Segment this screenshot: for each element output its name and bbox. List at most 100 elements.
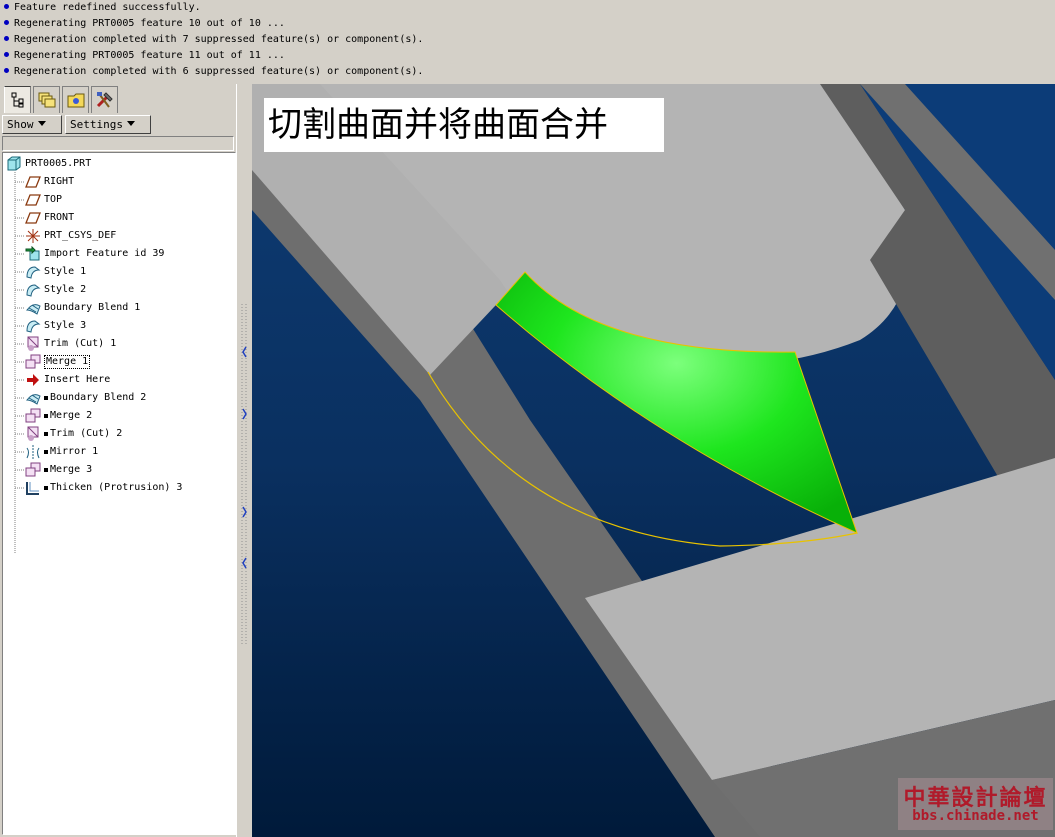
suppressed-marker-icon [44, 414, 48, 418]
message-text: Regenerating PRT0005 feature 11 out of 1… [14, 50, 285, 61]
message-line: Feature redefined successfully. [0, 0, 1055, 16]
tree-item-merge-3[interactable]: Merge 3 [25, 461, 92, 479]
tree-filter-bar[interactable] [2, 136, 234, 151]
tree-item-trim-cut-1[interactable]: Trim (Cut) 1 [25, 335, 116, 353]
settings-dropdown[interactable]: Settings [65, 115, 151, 134]
part-icon [7, 156, 21, 171]
message-line: Regeneration completed with 7 suppressed… [0, 32, 1055, 48]
tree-item-front[interactable]: FRONT [25, 209, 74, 227]
suppressed-marker-icon [44, 450, 48, 454]
bullet-icon [4, 68, 9, 73]
trim-icon [27, 336, 39, 351]
tree-item-label: Boundary Blend 2 [50, 392, 147, 403]
model-tree-icon [11, 92, 23, 108]
tree-root-label: PRT0005.PRT [25, 158, 92, 169]
tree-item-label: Trim (Cut) 1 [44, 338, 117, 349]
suppressed-marker-icon [44, 468, 48, 472]
message-text: Regenerating PRT0005 feature 10 out of 1… [14, 18, 285, 29]
watermark-logo: 中華設計論壇 bbs.chinade.net [898, 778, 1053, 830]
annotation-caption: 切割曲面并将曲面合并 [264, 98, 664, 152]
settings-label: Settings [70, 118, 123, 131]
tools-icon [96, 92, 113, 108]
chevron-down-icon [37, 121, 46, 126]
tree-item-thicken-protrusion-3[interactable]: Thicken (Protrusion) 3 [25, 479, 182, 497]
graphics-viewport[interactable] [252, 84, 1055, 837]
datum-plane-icon [25, 194, 41, 206]
tree-item-label: RIGHT [44, 176, 75, 187]
tree-item-label: Style 3 [44, 320, 87, 331]
bullet-icon [4, 36, 9, 41]
model-tree: PRT0005.PRT RIGHT TOP FRONT PRT_CSYS_DEF… [2, 152, 236, 835]
message-text: Regeneration completed with 7 suppressed… [14, 34, 424, 45]
tree-item-style-2[interactable]: Style 2 [25, 281, 86, 299]
import-feature-icon [25, 246, 40, 261]
mirror-icon [26, 445, 40, 459]
merge-icon [25, 408, 41, 423]
boundary-blend-icon [25, 304, 41, 315]
message-line: Regeneration completed with 6 suppressed… [0, 64, 1055, 80]
tree-item-label: Style 2 [44, 284, 87, 295]
style-icon [26, 284, 41, 297]
show-label: Show [7, 118, 34, 131]
bullet-icon [4, 20, 9, 25]
tree-root[interactable]: PRT0005.PRT [6, 155, 91, 173]
tree-item-label: Trim (Cut) 2 [50, 428, 123, 439]
message-line: Regenerating PRT0005 feature 10 out of 1… [0, 16, 1055, 32]
folder-browser-icon [67, 93, 84, 108]
datum-plane-icon [25, 212, 41, 224]
navigator-panel: Show Settings PRT0005.PRT RIGHT TOP FRON… [0, 84, 246, 837]
tree-item-label: Merge 3 [50, 464, 93, 475]
tab-tools[interactable] [91, 86, 118, 113]
style-icon [26, 266, 41, 279]
tree-item-label: Boundary Blend 1 [44, 302, 141, 313]
style-icon [26, 320, 41, 333]
tree-item-top[interactable]: TOP [25, 191, 62, 209]
tree-item-label: Mirror 1 [50, 446, 99, 457]
tree-item-csys[interactable]: PRT_CSYS_DEF [25, 227, 116, 245]
message-text: Feature redefined successfully. [14, 2, 201, 13]
tree-item-boundary-blend-2[interactable]: Boundary Blend 2 [25, 389, 146, 407]
tree-item-label: Style 1 [44, 266, 87, 277]
tree-item-import-feature[interactable]: Import Feature id 39 [25, 245, 164, 263]
panel-splitter[interactable] [236, 84, 252, 837]
3d-model-view [252, 84, 1055, 837]
tree-item-boundary-blend-1[interactable]: Boundary Blend 1 [25, 299, 140, 317]
tree-item-merge-1[interactable]: Merge 1 [25, 353, 91, 371]
tree-item-label: Thicken (Protrusion) 3 [50, 482, 183, 493]
thicken-icon [26, 482, 39, 495]
suppressed-marker-icon [44, 432, 48, 436]
tree-item-trim-cut-2[interactable]: Trim (Cut) 2 [25, 425, 122, 443]
tree-item-right[interactable]: RIGHT [25, 173, 74, 191]
tree-item-label: PRT_CSYS_DEF [44, 230, 117, 241]
tree-toolbar: Show Settings [2, 115, 242, 135]
tree-item-mirror-1[interactable]: Mirror 1 [25, 443, 98, 461]
watermark-url: bbs.chinade.net [912, 808, 1039, 824]
tree-item-style-1[interactable]: Style 1 [25, 263, 86, 281]
navigator-tabs [4, 86, 244, 114]
tab-folder-browser[interactable] [62, 86, 89, 113]
suppressed-marker-icon [44, 486, 48, 490]
boundary-blend-icon [25, 394, 41, 405]
message-text: Regeneration completed with 6 suppressed… [14, 66, 424, 77]
layers-icon [38, 92, 55, 108]
message-log: Feature redefined successfully. Regenera… [0, 0, 1055, 84]
tab-layers[interactable] [33, 86, 60, 113]
tree-item-label: Merge 1 [44, 355, 91, 369]
tree-item-label: FRONT [44, 212, 75, 223]
tab-model-tree[interactable] [4, 86, 31, 113]
bullet-icon [4, 4, 9, 9]
bullet-icon [4, 52, 9, 57]
message-line: Regenerating PRT0005 feature 11 out of 1… [0, 48, 1055, 64]
datum-plane-icon [25, 176, 41, 188]
show-dropdown[interactable]: Show [2, 115, 62, 134]
chevron-right-icon [242, 408, 247, 420]
tree-item-style-3[interactable]: Style 3 [25, 317, 86, 335]
tree-item-merge-2[interactable]: Merge 2 [25, 407, 92, 425]
tree-item-insert-here[interactable]: Insert Here [25, 371, 110, 389]
suppressed-marker-icon [44, 396, 48, 400]
merge-icon [25, 354, 41, 369]
merge-icon [25, 462, 41, 477]
tree-item-label: Import Feature id 39 [44, 248, 165, 259]
trim-icon [27, 426, 39, 441]
insert-here-arrow-icon [27, 374, 39, 386]
